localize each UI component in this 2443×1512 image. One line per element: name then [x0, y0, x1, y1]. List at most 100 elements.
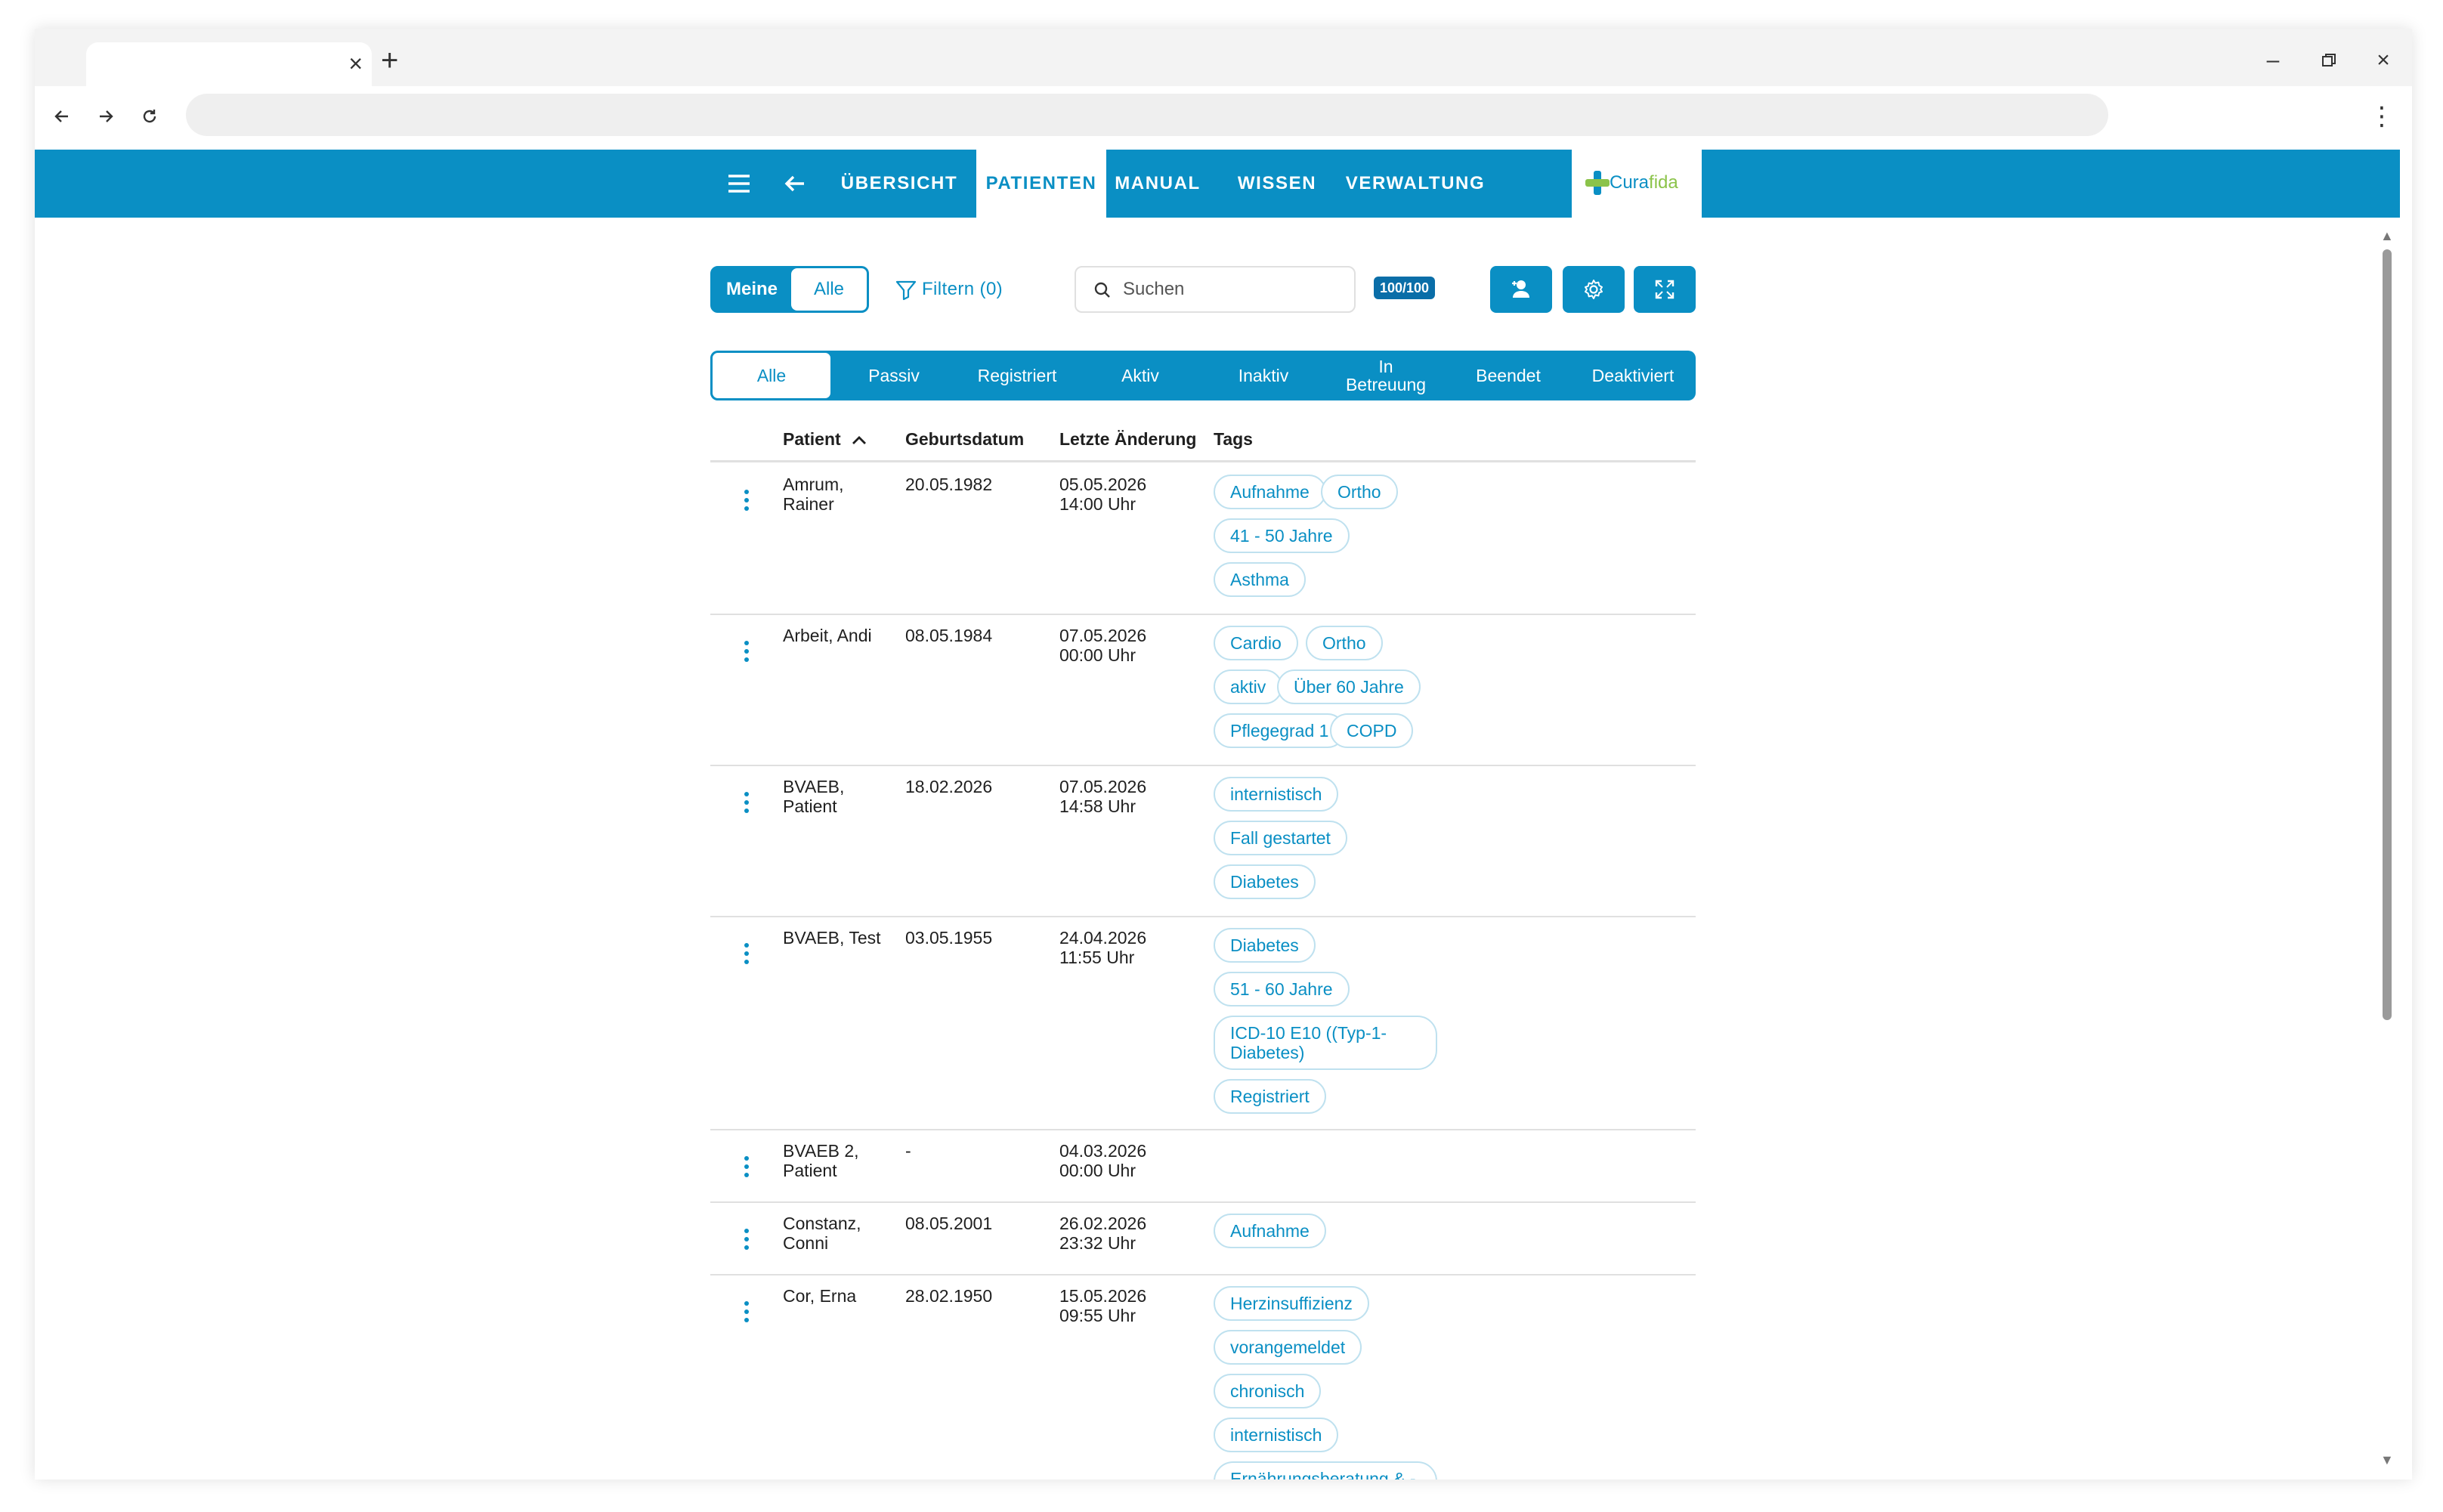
- tag-chip[interactable]: aktiv: [1214, 669, 1283, 704]
- row-menu-icon[interactable]: [741, 1156, 753, 1186]
- back-icon[interactable]: [45, 100, 79, 133]
- tag-chip[interactable]: 51 - 60 Jahre: [1214, 972, 1350, 1006]
- add-patient-button[interactable]: [1490, 266, 1552, 313]
- table-row[interactable]: Amrum, Rainer 20.05.1982 05.05.2026 14:00 Uh…: [710, 464, 1696, 615]
- patient-name-bvaeb-test[interactable]: BVAEB, Test: [783, 928, 881, 948]
- tag-chip[interactable]: Ortho: [1306, 626, 1383, 660]
- tag-chip[interactable]: Fall gestartet: [1214, 821, 1347, 855]
- patient-name-amrum-rainer[interactable]: Amrum, Rainer: [783, 475, 844, 514]
- tag-chip[interactable]: ICD-10 E10 ((Typ-1-Diabetes): [1214, 1016, 1437, 1070]
- filter-button[interactable]: Filtern (0): [895, 271, 1003, 308]
- row-menu-icon[interactable]: [741, 943, 753, 973]
- logo-text: Curafida: [1610, 172, 1678, 193]
- nav-uebersicht[interactable]: ÜBERSICHT: [836, 150, 963, 218]
- curafida-logo[interactable]: Curafida: [1572, 150, 1702, 218]
- tag-chip[interactable]: Registriert: [1214, 1079, 1326, 1114]
- column-geburtsdatum[interactable]: Geburtsdatum: [905, 429, 1024, 450]
- restore-icon[interactable]: [2314, 45, 2344, 76]
- tag-chip[interactable]: internistisch: [1214, 1418, 1339, 1452]
- status-tab-beendet[interactable]: Beendet: [1446, 351, 1570, 400]
- nav-wissen[interactable]: WISSEN: [1224, 150, 1330, 218]
- nav-verwaltung[interactable]: VERWALTUNG: [1334, 150, 1496, 218]
- tag-chip[interactable]: Cardio: [1214, 626, 1298, 660]
- minimize-icon[interactable]: –: [2258, 45, 2288, 76]
- status-tab-aktiv[interactable]: Aktiv: [1079, 351, 1201, 400]
- column-patient[interactable]: Patient: [783, 429, 868, 450]
- patient-name-line: Patient: [783, 796, 837, 816]
- scroll-thumb[interactable]: [2383, 249, 2392, 1020]
- address-bar[interactable]: [186, 94, 2108, 136]
- patient-name-constanz-conni[interactable]: Constanz, Conni: [783, 1214, 861, 1253]
- table-row[interactable]: BVAEB, Patient 18.02.2026 07.05.2026 14:58 U…: [710, 766, 1696, 917]
- patient-name-bvaeb-patient[interactable]: BVAEB, Patient: [783, 777, 844, 816]
- tab-strip: × + – ×: [35, 29, 2412, 86]
- status-tab-alle[interactable]: Alle: [710, 351, 833, 400]
- last-change: 07.05.2026 14:58 Uhr: [1059, 777, 1146, 816]
- tag-chip[interactable]: Pflegegrad 1: [1214, 713, 1346, 748]
- tag-chip[interactable]: Über 60 Jahre: [1277, 669, 1421, 704]
- more-vert-icon[interactable]: ⋮: [2367, 100, 2397, 133]
- tag-chip[interactable]: Asthma: [1214, 562, 1306, 597]
- patient-name-line: Cor, Erna: [783, 1286, 857, 1306]
- column-letzte-aenderung[interactable]: Letzte Änderung: [1059, 429, 1196, 450]
- forward-icon[interactable]: [89, 100, 122, 133]
- window-close-icon[interactable]: ×: [2368, 45, 2398, 76]
- table-row[interactable]: Cor, Erna 28.02.1950 15.05.2026 09:55 Uhr He…: [710, 1275, 1696, 1480]
- status-tab-passiv[interactable]: Passiv: [833, 351, 955, 400]
- tag-chip[interactable]: Aufnahme: [1214, 1214, 1326, 1248]
- reload-icon[interactable]: [133, 100, 166, 133]
- tag-chip[interactable]: internistisch: [1214, 777, 1339, 812]
- column-tags: Tags: [1214, 429, 1253, 449]
- fullscreen-button[interactable]: [1634, 266, 1696, 313]
- row-menu-icon[interactable]: [741, 1301, 753, 1331]
- patient-name-cor-erna[interactable]: Cor, Erna: [783, 1286, 856, 1306]
- tag-chip[interactable]: Aufnahme: [1214, 475, 1326, 509]
- scroll-down-icon[interactable]: ▼: [2380, 1452, 2394, 1467]
- row-menu-icon[interactable]: [741, 1229, 753, 1259]
- table-row[interactable]: Constanz, Conni 08.05.2001 26.02.2026 23:32 …: [710, 1203, 1696, 1275]
- tag-chip[interactable]: Ernährungsberatung & -therapie: [1214, 1461, 1437, 1480]
- gear-icon: [1585, 280, 1603, 299]
- row-menu-icon[interactable]: [741, 641, 753, 671]
- status-tab-deaktiviert[interactable]: Deaktiviert: [1570, 351, 1696, 400]
- table-row[interactable]: BVAEB 2, Patient - 04.03.2026 00:00 Uhr: [710, 1130, 1696, 1203]
- table-row[interactable]: Arbeit, Andi 08.05.1984 07.05.2026 00:00 Uh…: [710, 615, 1696, 766]
- hamburger-menu-icon[interactable]: [722, 167, 756, 200]
- tag-chip[interactable]: chronisch: [1214, 1374, 1322, 1408]
- status-tab-registriert[interactable]: Registriert: [955, 351, 1079, 400]
- patient-name-bvaeb-2-patient[interactable]: BVAEB 2, Patient: [783, 1141, 859, 1180]
- status-tab-in-betreuung[interactable]: In Betreuung: [1325, 351, 1446, 400]
- birth-date: 20.05.1982: [905, 475, 993, 494]
- tag-chip[interactable]: COPD: [1330, 713, 1414, 748]
- back-arrow-icon[interactable]: [778, 167, 812, 200]
- birth-date: 03.05.1955: [905, 928, 993, 948]
- count-badge: 100/100: [1374, 277, 1436, 299]
- last-change-time: 11:55 Uhr: [1059, 948, 1135, 967]
- list-controls: Meine Alle Filtern (0) 100/100: [710, 263, 1696, 313]
- scroll-up-icon[interactable]: ▲: [2380, 228, 2394, 243]
- table-row[interactable]: BVAEB, Test 03.05.1955 24.04.2026 11:55 Uhr…: [710, 917, 1696, 1130]
- tag-chip[interactable]: Diabetes: [1214, 864, 1316, 899]
- scrollbar[interactable]: ▲ ▼: [2379, 228, 2394, 1467]
- search-input[interactable]: [1123, 274, 1342, 305]
- filter-label: Filtern (0): [922, 279, 1003, 299]
- tag-chip[interactable]: vorangemeldet: [1214, 1330, 1362, 1365]
- close-icon[interactable]: ×: [348, 48, 363, 79]
- tag-chip[interactable]: 41 - 50 Jahre: [1214, 518, 1350, 553]
- plus-icon[interactable]: +: [381, 45, 398, 76]
- scope-meine-button[interactable]: Meine: [713, 268, 791, 311]
- browser-tab[interactable]: ×: [86, 42, 372, 86]
- last-change: 15.05.2026 09:55 Uhr: [1059, 1286, 1146, 1325]
- settings-button[interactable]: [1563, 266, 1625, 313]
- patient-name-arbeit-andi[interactable]: Arbeit, Andi: [783, 626, 872, 645]
- nav-manual[interactable]: MANUAL: [1106, 150, 1209, 218]
- nav-patienten[interactable]: PATIENTEN: [976, 150, 1106, 218]
- scope-alle-button[interactable]: Alle: [791, 268, 867, 311]
- last-change-date: 24.04.2026: [1059, 928, 1147, 948]
- row-menu-icon[interactable]: [741, 792, 753, 822]
- tag-chip[interactable]: Herzinsuffizienz: [1214, 1286, 1369, 1321]
- status-tab-inaktiv[interactable]: Inaktiv: [1201, 351, 1325, 400]
- tag-chip[interactable]: Ortho: [1321, 475, 1398, 509]
- tag-chip[interactable]: Diabetes: [1214, 928, 1316, 963]
- row-menu-icon[interactable]: [741, 490, 753, 520]
